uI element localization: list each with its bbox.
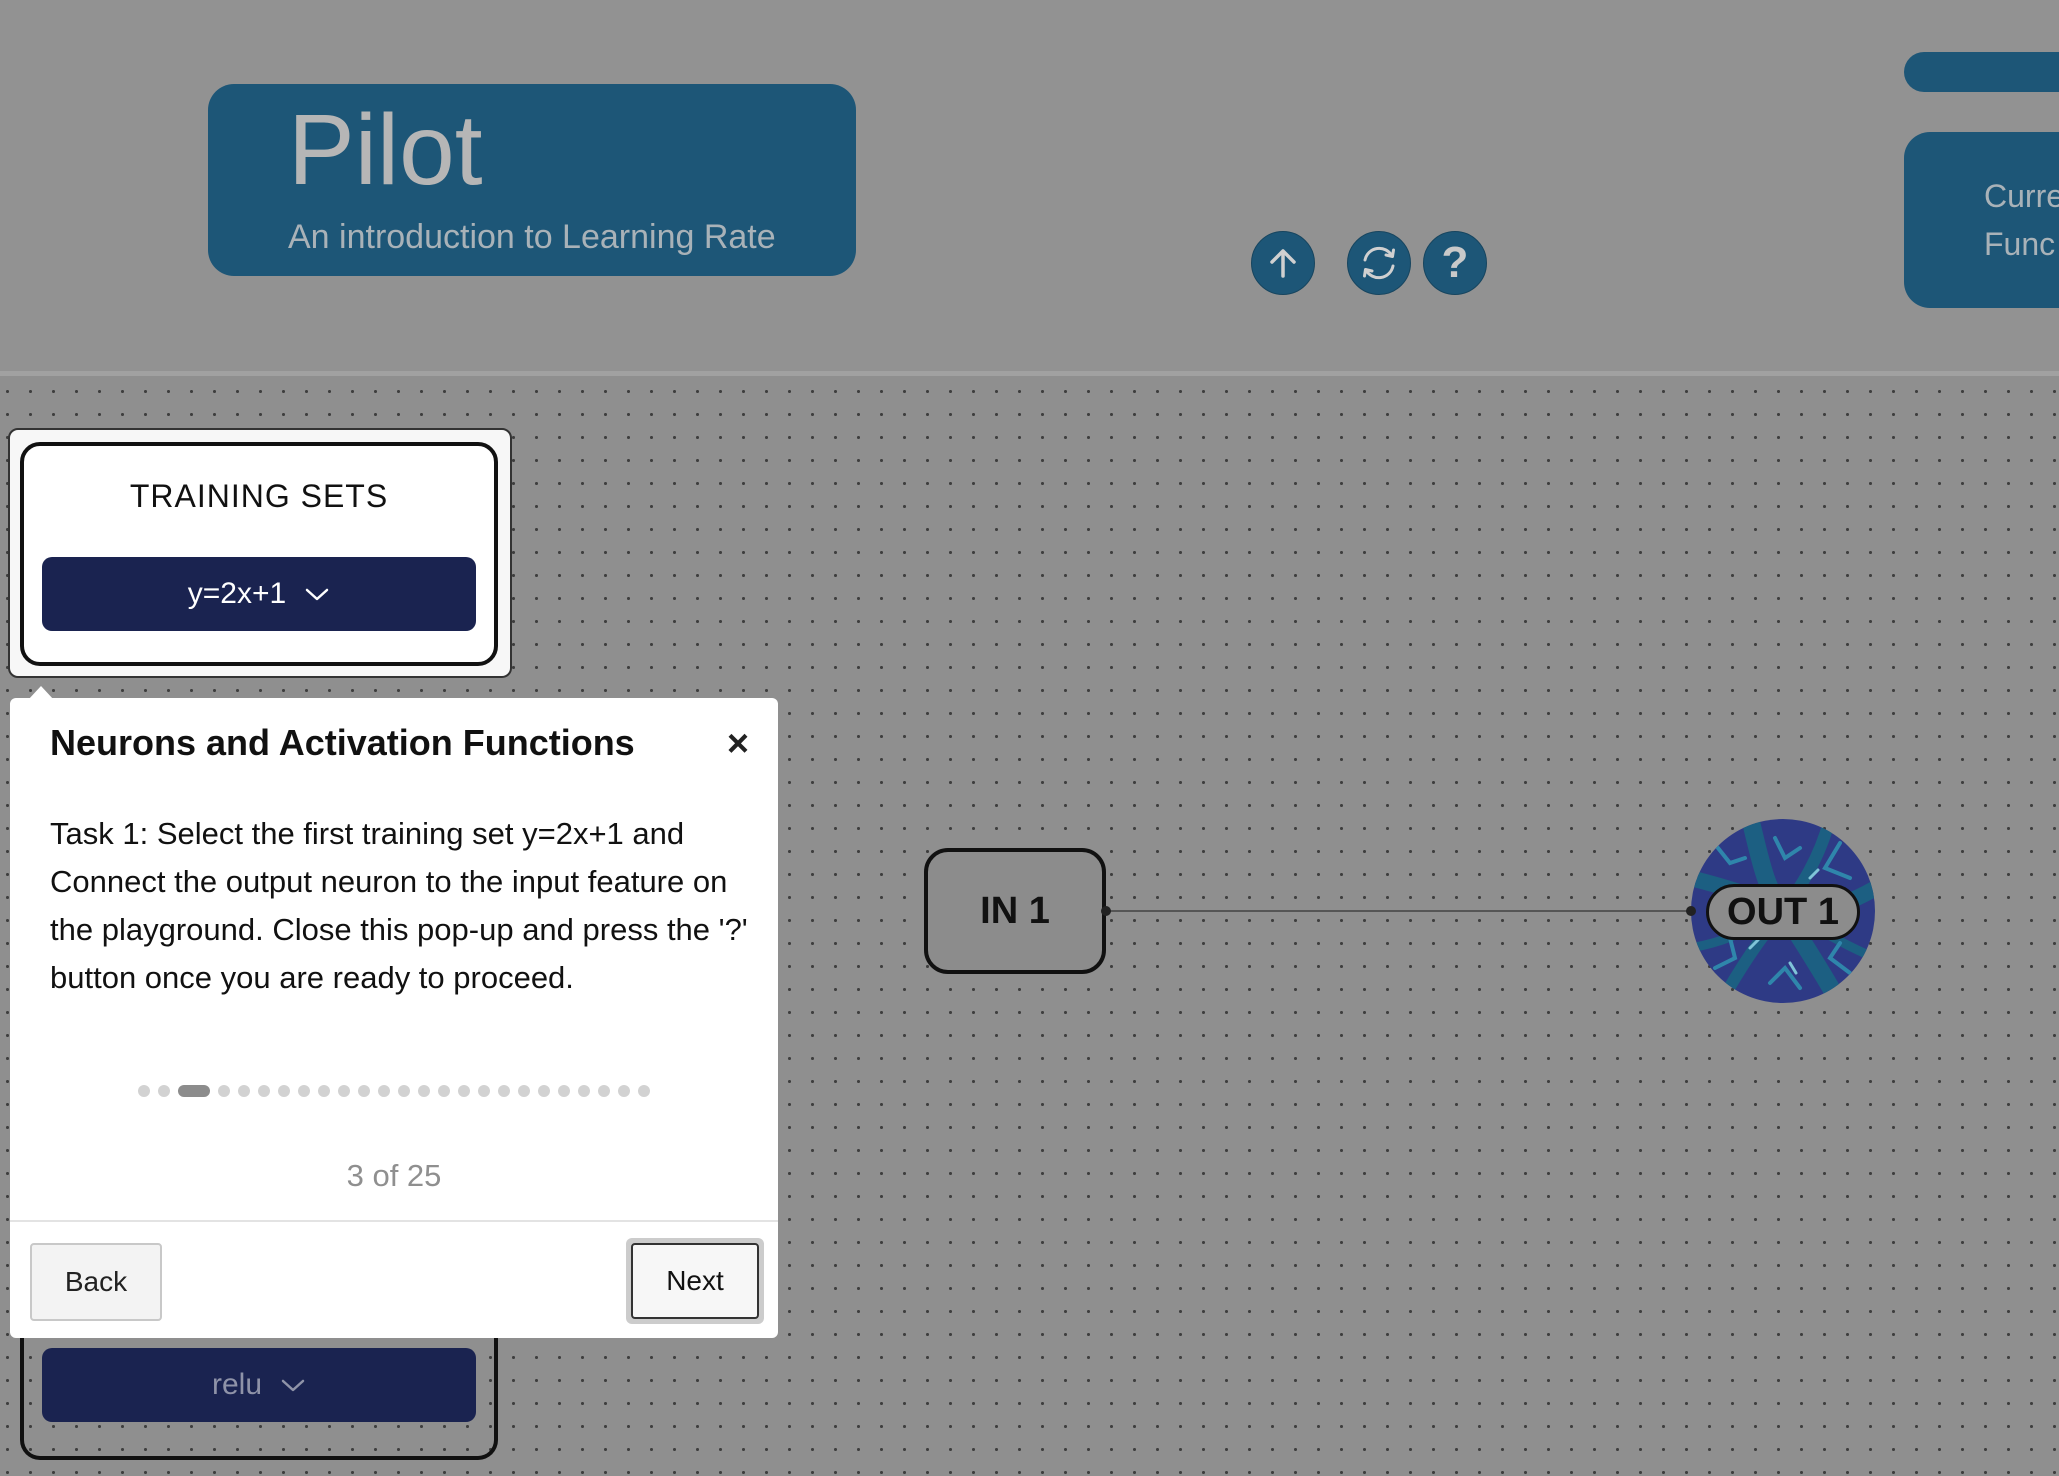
step-dot[interactable] [578,1085,590,1097]
right-card-line-1: Curre [1984,178,2059,214]
step-counter: 3 of 25 [346,1158,442,1193]
popup-title: Neurons and Activation Functions [50,722,635,763]
step-dot[interactable] [438,1085,450,1097]
input-node-port[interactable] [1101,906,1111,916]
step-dot[interactable] [218,1085,230,1097]
step-dot[interactable] [258,1085,270,1097]
step-dot[interactable] [338,1085,350,1097]
chevron-down-icon [305,588,329,601]
chevron-down-icon [281,1379,305,1392]
training-sets-card [20,442,498,666]
connection-edge [1106,910,1690,912]
step-dot[interactable] [238,1085,250,1097]
upload-button[interactable] [1251,231,1315,295]
step-dot[interactable] [638,1085,650,1097]
popup-body: Task 1: Select the first training set y=… [50,816,748,995]
refresh-icon [1363,246,1395,280]
step-dot[interactable] [358,1085,370,1097]
arrow-up-icon [1270,249,1296,278]
tutorial-popup: Neurons and Activation Functions × Task … [10,698,778,1338]
step-dot[interactable] [298,1085,310,1097]
step-dot[interactable] [518,1085,530,1097]
back-button[interactable]: Back [30,1243,162,1321]
next-button-label: Next [631,1243,759,1319]
step-dot[interactable] [418,1085,430,1097]
help-button[interactable]: ? [1423,231,1487,295]
question-icon: ? [1441,238,1469,287]
output-node-port[interactable] [1686,906,1696,916]
step-dot[interactable] [158,1085,170,1097]
step-dot[interactable] [458,1085,470,1097]
step-dot[interactable] [618,1085,630,1097]
step-dot[interactable] [138,1085,150,1097]
step-indicator [138,1085,650,1097]
input-node[interactable]: IN 1 [924,848,1106,974]
step-dot[interactable] [398,1085,410,1097]
step-dot[interactable] [318,1085,330,1097]
activation-dropdown[interactable]: relu [42,1348,476,1422]
title-card: Pilot An introduction to Learning Rate [208,84,856,276]
right-info-card: Curre Func [1904,132,2059,308]
page-subtitle: An introduction to Learning Rate [288,218,776,256]
reset-button[interactable] [1347,231,1411,295]
step-dot-active[interactable] [178,1085,210,1097]
activation-value: relu [211,1368,263,1401]
training-sets-title: TRAINING SETS [129,478,389,514]
right-progress-bar [1904,52,2059,92]
close-icon[interactable]: × [718,724,758,764]
step-dot[interactable] [558,1085,570,1097]
training-set-value: y=2x+1 [187,577,287,610]
output-node-label: OUT 1 [1706,884,1860,940]
page-title: Pilot [288,94,483,206]
next-button[interactable]: Next [626,1238,764,1324]
training-set-dropdown[interactable]: y=2x+1 [42,557,476,631]
step-dot[interactable] [538,1085,550,1097]
step-dot[interactable] [478,1085,490,1097]
step-dot[interactable] [598,1085,610,1097]
popup-divider [10,1220,778,1222]
right-card-line-2: Func [1984,226,2056,262]
step-dot[interactable] [498,1085,510,1097]
step-dot[interactable] [378,1085,390,1097]
step-dot[interactable] [278,1085,290,1097]
